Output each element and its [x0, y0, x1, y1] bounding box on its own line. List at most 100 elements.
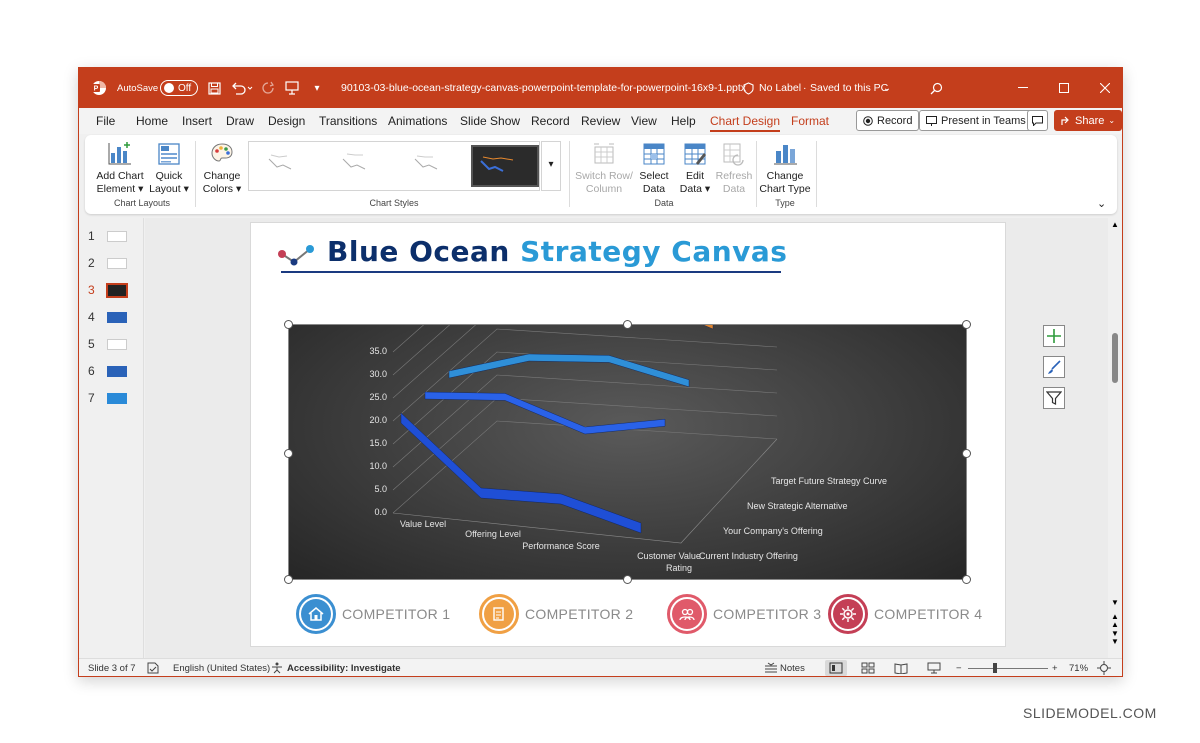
resize-handle[interactable] — [284, 575, 293, 584]
chart-styles-more-button[interactable]: ▾ — [541, 141, 561, 191]
tab-chart-design[interactable]: Chart Design — [710, 114, 781, 132]
competitor-circle — [667, 594, 707, 634]
autosave-toggle[interactable]: Off — [160, 80, 198, 96]
minimize-icon[interactable] — [1013, 68, 1033, 108]
zoom-slider-thumb[interactable] — [993, 663, 997, 673]
resize-handle[interactable] — [284, 449, 293, 458]
title-bar: P AutoSave Off ▾ 90103-03-blue-ocean-str… — [79, 68, 1122, 108]
refresh-data-button[interactable]: Refresh Data — [715, 141, 753, 196]
vertical-scrollbar[interactable]: ▲ ▼ ▲ ▲ ▼ ▼ — [1108, 218, 1122, 658]
chart-style-thumbnail[interactable] — [401, 145, 469, 187]
search-icon[interactable] — [927, 68, 945, 108]
tab-home[interactable]: Home — [136, 114, 168, 128]
competitor-label: COMPETITOR 3 — [713, 606, 822, 622]
tab-review[interactable]: Review — [581, 114, 620, 128]
tab-slide-show[interactable]: Slide Show — [460, 114, 520, 128]
resize-handle[interactable] — [284, 320, 293, 329]
switch-row-column-button[interactable]: Switch Row/ Column — [575, 141, 633, 196]
close-icon[interactable] — [1095, 68, 1115, 108]
competitor-label: COMPETITOR 2 — [525, 606, 634, 622]
resize-handle[interactable] — [962, 575, 971, 584]
scroll-up-icon[interactable]: ▲ — [1111, 220, 1119, 229]
group-label-chart-styles: Chart Styles — [369, 198, 419, 208]
resize-handle[interactable] — [962, 449, 971, 458]
tab-insert[interactable]: Insert — [182, 114, 212, 128]
next-slide-icon[interactable]: ▼ ▼ — [1111, 630, 1119, 646]
language-indicator[interactable]: English (United States) — [173, 663, 270, 674]
notes-button[interactable]: Notes — [780, 663, 805, 674]
select-data-button[interactable]: Select Data — [637, 141, 671, 196]
resize-handle[interactable] — [962, 320, 971, 329]
scrollbar-thumb[interactable] — [1112, 333, 1118, 383]
comments-button[interactable] — [1027, 110, 1048, 131]
accessibility-status[interactable]: Accessibility: Investigate — [287, 663, 401, 674]
edit-data-icon — [684, 143, 706, 165]
reading-view-icon[interactable] — [894, 662, 908, 674]
zoom-in-button[interactable]: + — [1052, 663, 1058, 674]
select-data-icon — [643, 143, 665, 165]
tab-record[interactable]: Record — [531, 114, 570, 128]
gridline — [392, 374, 778, 468]
maximize-icon[interactable] — [1054, 68, 1074, 108]
undo-icon[interactable] — [229, 68, 255, 108]
slideshow-icon[interactable] — [927, 662, 941, 674]
zoom-out-button[interactable]: − — [956, 663, 962, 674]
present-in-teams-button[interactable]: Present in Teams — [919, 110, 1033, 131]
slide-canvas[interactable]: Blue Ocean Strategy Canvas 0.0 5.0 10.0 15.… — [250, 222, 1006, 647]
resize-handle[interactable] — [623, 320, 632, 329]
slide-sorter-icon[interactable] — [861, 662, 875, 674]
competitor-circle — [479, 594, 519, 634]
resize-handle[interactable] — [623, 575, 632, 584]
collapse-ribbon-icon[interactable]: ⌄ — [1097, 197, 1106, 210]
chart-style-thumbnail-selected[interactable] — [471, 145, 539, 187]
y-tick-label: 10.0 — [369, 461, 387, 471]
change-chart-type-button[interactable]: Change Chart Type — [759, 141, 811, 196]
chart-elements-button[interactable] — [1043, 325, 1065, 347]
chart-style-thumbnail[interactable] — [329, 145, 397, 187]
tab-help[interactable]: Help — [671, 114, 696, 128]
tab-design[interactable]: Design — [268, 114, 305, 128]
tab-draw[interactable]: Draw — [226, 114, 254, 128]
chart-style-thumbnail[interactable] — [257, 145, 325, 187]
chart-styles-button[interactable] — [1043, 356, 1065, 378]
tab-view[interactable]: View — [631, 114, 657, 128]
tab-format[interactable]: Format — [791, 114, 829, 128]
previous-slide-icon[interactable]: ▲ ▲ — [1111, 613, 1119, 629]
spellcheck-icon[interactable] — [147, 662, 159, 674]
normal-view-button[interactable] — [825, 660, 847, 676]
slide-thumbnail[interactable]: 7 — [79, 388, 144, 408]
share-button[interactable]: Share ⌄ — [1054, 110, 1122, 131]
save-status[interactable]: Saved to this PC — [810, 68, 888, 108]
chevron-down-icon[interactable]: ⌄ — [881, 68, 893, 108]
present-icon[interactable] — [283, 68, 301, 108]
quick-layout-button[interactable]: Quick Layout ▾ — [149, 141, 189, 196]
competitor-4: COMPETITOR 4 — [828, 592, 982, 636]
tab-transitions[interactable]: Transitions — [319, 114, 377, 128]
series-label: New Strategic Alternative — [747, 501, 848, 511]
chart-filters-button[interactable] — [1043, 387, 1065, 409]
save-icon[interactable] — [205, 68, 223, 108]
tab-file[interactable]: File — [96, 114, 115, 128]
fit-to-window-icon[interactable] — [1097, 661, 1111, 675]
chart-styles-gallery[interactable] — [248, 141, 540, 191]
edit-data-button[interactable]: Edit Data ▾ — [677, 141, 713, 196]
customize-quick-access-icon[interactable]: ▾ — [311, 68, 323, 108]
add-chart-element-button[interactable]: Add Chart Element ▾ — [95, 141, 145, 196]
change-chart-type-icon — [774, 145, 797, 165]
slide-thumbnail[interactable]: 1 — [79, 226, 144, 246]
series-ribbon — [424, 391, 666, 435]
zoom-level[interactable]: 71% — [1069, 663, 1088, 674]
record-button[interactable]: Record — [856, 110, 920, 131]
slide-thumbnail[interactable]: 5 — [79, 334, 144, 354]
change-colors-button[interactable]: Change Colors ▾ — [201, 141, 243, 196]
zoom-slider[interactable] — [968, 668, 1048, 669]
slide-thumbnail[interactable]: 2 — [79, 253, 144, 273]
tab-animations[interactable]: Animations — [388, 114, 447, 128]
scroll-down-icon[interactable]: ▼ — [1111, 598, 1119, 607]
slide-thumbnail[interactable]: 4 — [79, 307, 144, 327]
sensitivity-label[interactable]: No Label — [759, 68, 801, 108]
slide-thumbnail-active[interactable]: 3 — [79, 280, 144, 300]
redo-icon[interactable] — [259, 68, 277, 108]
slide-thumbnail[interactable]: 6 — [79, 361, 144, 381]
chart-area[interactable]: 0.0 5.0 10.0 15.0 20.0 25.0 30.0 35.0 Target Fut… — [288, 259, 967, 580]
